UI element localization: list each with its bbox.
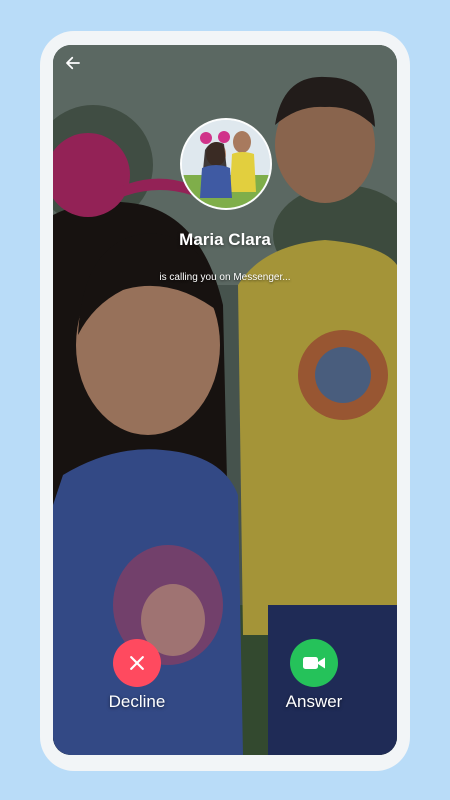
caller-avatar xyxy=(180,118,272,210)
call-status-text: is calling you on Messenger... xyxy=(159,272,291,283)
answer-button[interactable] xyxy=(290,639,338,687)
answer-label: Answer xyxy=(285,692,343,711)
decline-label: Decline xyxy=(108,692,166,711)
video-camera-icon xyxy=(303,657,325,669)
arrow-left-icon xyxy=(66,56,80,70)
incoming-call-screen: Maria Clara is calling you on Messenger.… xyxy=(53,45,397,755)
caller-name: Maria Clara xyxy=(179,230,271,249)
back-button[interactable] xyxy=(61,51,85,75)
close-icon xyxy=(130,656,144,670)
decline-button[interactable] xyxy=(113,639,161,687)
